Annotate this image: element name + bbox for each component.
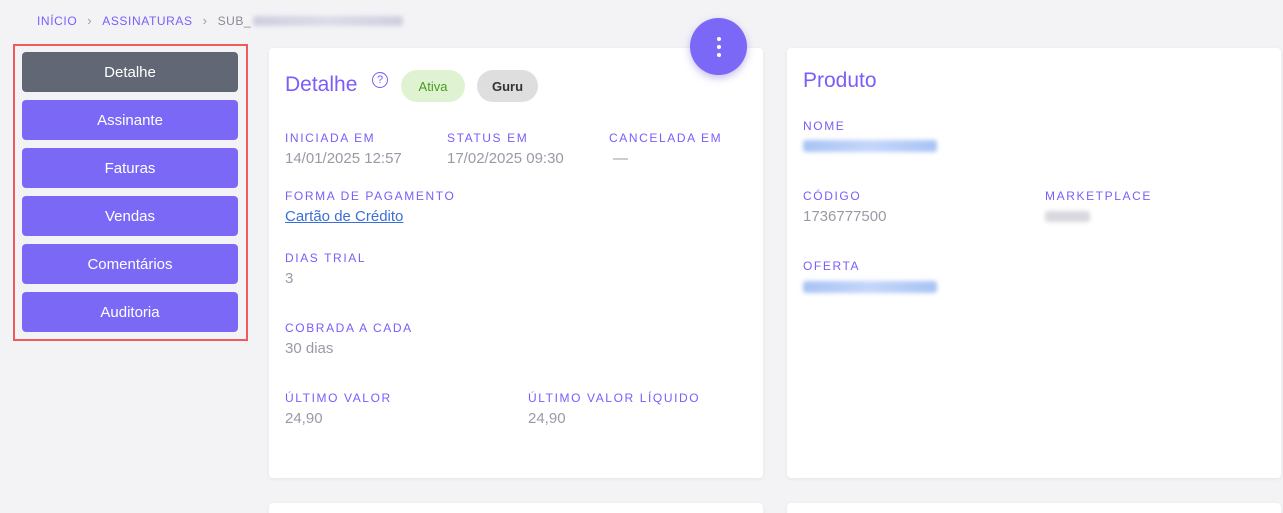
last-net-value-label: ÚLTIMO VALOR LÍQUIDO [528,391,701,405]
breadcrumb-current-prefix: SUB_ [217,13,252,28]
more-vertical-icon-dot [716,52,721,57]
product-name-label: NOME [803,119,846,133]
last-value-label: ÚLTIMO VALOR [285,391,392,405]
status-date-label: STATUS EM [447,131,529,145]
trial-days-label: DIAS TRIAL [285,251,367,265]
bottom-card-right [787,503,1281,513]
billing-interval-value: 30 dias [285,340,334,357]
offer-label: OFERTA [803,259,861,273]
payment-method-label: FORMA DE PAGAMENTO [285,189,456,203]
more-vertical-icon [716,36,721,41]
nav-item-auditoria[interactable]: Auditoria [22,292,238,332]
breadcrumb-subscriptions-link[interactable]: ASSINATURAS [102,14,192,28]
product-title: Produto [803,69,877,92]
platform-badge: Guru [477,70,538,102]
canceled-label: CANCELADA EM [609,131,723,145]
breadcrumb-current: SUB_ [218,14,404,28]
redacted-marketplace-value [1045,211,1090,222]
product-code-label: CÓDIGO [803,189,862,203]
nav-item-vendas[interactable]: Vendas [22,196,238,236]
status-badge: Ativa [401,70,465,102]
product-code-value: 1736777500 [803,208,887,225]
chevron-right-icon: › [87,13,93,28]
breadcrumb-home-link[interactable]: INÍCIO [37,14,77,28]
started-label: INICIADA EM [285,131,376,145]
detail-title: Detalhe [285,73,358,96]
more-vertical-icon-dot [716,44,721,49]
marketplace-label: MARKETPLACE [1045,189,1152,203]
bottom-card-left [269,503,763,513]
nav-item-detalhe[interactable]: Detalhe [22,52,238,92]
redacted-offer-link[interactable] [803,281,937,293]
last-net-value: 24,90 [528,410,566,427]
status-date-value: 17/02/2025 09:30 [447,150,564,167]
payment-method-link[interactable]: Cartão de Crédito [285,208,403,225]
more-actions-button[interactable] [690,18,747,75]
redacted-subscription-id [253,15,404,26]
billing-interval-label: COBRADA A CADA [285,321,413,335]
last-value: 24,90 [285,410,323,427]
nav-item-faturas[interactable]: Faturas [22,148,238,188]
product-card [787,48,1281,478]
breadcrumb: INÍCIO › ASSINATURAS › SUB_ [37,13,404,28]
redacted-product-name-link[interactable] [803,140,937,152]
nav-item-assinante[interactable]: Assinante [22,100,238,140]
help-icon[interactable]: ? [372,72,388,88]
section-nav: Detalhe Assinante Faturas Vendas Comentá… [13,44,248,341]
chevron-right-icon: › [202,13,208,28]
started-value: 14/01/2025 12:57 [285,150,402,167]
trial-days-value: 3 [285,270,294,287]
canceled-value: — [613,150,628,167]
nav-item-comentarios[interactable]: Comentários [22,244,238,284]
